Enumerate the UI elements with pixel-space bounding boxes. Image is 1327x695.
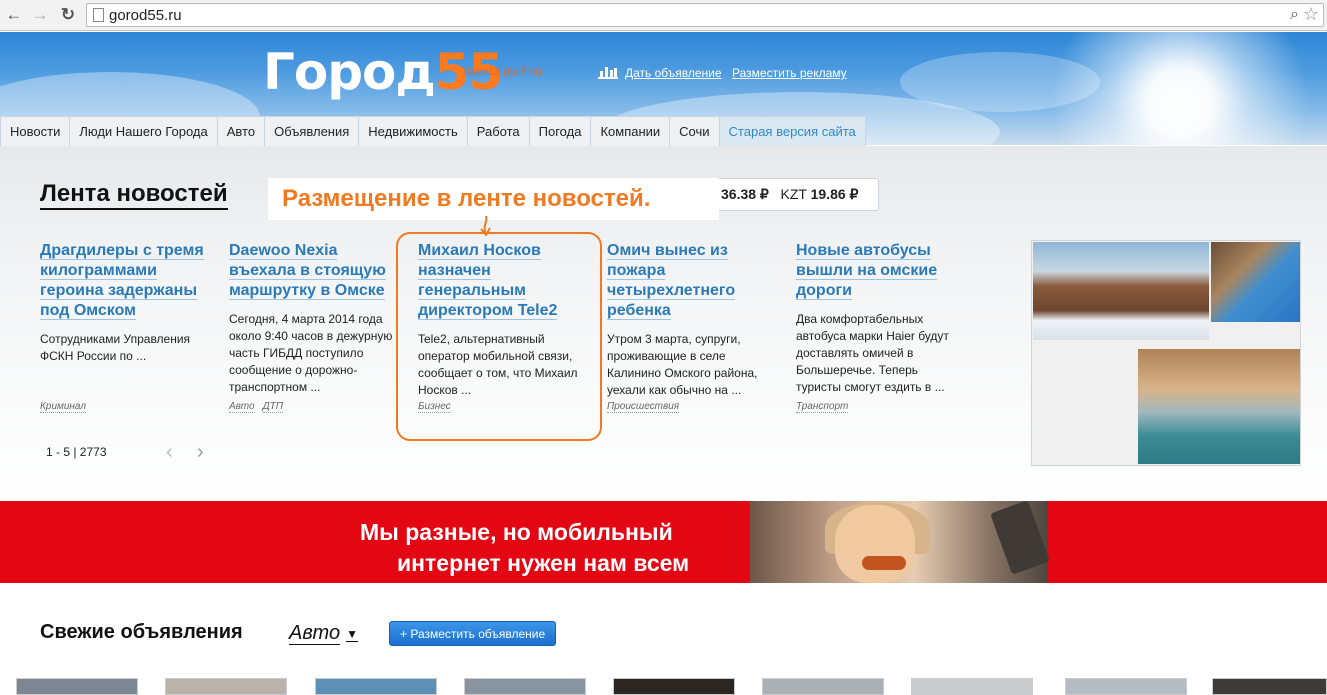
- ad-thumbnail[interactable]: [911, 678, 1033, 695]
- ad-thumbnail[interactable]: [315, 678, 437, 695]
- back-icon[interactable]: ←: [4, 5, 24, 25]
- ad-thumbnail[interactable]: [1212, 678, 1327, 695]
- news-pager: 1 - 5 | 2773: [46, 445, 107, 459]
- url-text[interactable]: gorod55.ru: [109, 7, 182, 24]
- banner-text: Мы разные, но мобильный интернет нужен н…: [360, 517, 689, 579]
- news-feed-title[interactable]: Лента новостей: [40, 180, 228, 210]
- tab-companies[interactable]: Компании: [590, 116, 671, 146]
- photo-winter-house: [1033, 242, 1209, 340]
- advertise-link[interactable]: Разместить рекламу: [732, 66, 847, 80]
- banner-sausage: [862, 556, 906, 570]
- sun-decoration: [1050, 32, 1310, 145]
- tab-weather[interactable]: Погода: [528, 116, 592, 146]
- photo-collage[interactable]: [1031, 240, 1301, 466]
- news-tags: Авто ДТП: [229, 401, 291, 413]
- tag-link[interactable]: Происшествия: [607, 401, 680, 413]
- user-logout[interactable]: Лариса (выйти): [463, 66, 542, 78]
- browser-toolbar: ← → ↻ gorod55.ru ⌕ ☆: [0, 0, 1327, 31]
- news-item: Daewoo Nexia въехала в стоящую маршрутку…: [229, 241, 407, 396]
- reload-icon[interactable]: ↻: [58, 5, 78, 25]
- news-headline-link[interactable]: Новые автобусы вышли на омские дороги: [796, 241, 964, 301]
- zoom-icon[interactable]: ⌕: [1290, 6, 1299, 24]
- kzt-value: 19.86 ₽: [810, 186, 859, 202]
- tab-sochi[interactable]: Сочи: [669, 116, 720, 146]
- tab-ads[interactable]: Объявления: [264, 116, 360, 146]
- main-nav: Новости Люди Нашего Города Авто Объявлен…: [0, 116, 866, 146]
- banner-face: [835, 505, 915, 583]
- tag-link[interactable]: Транспорт: [796, 401, 849, 413]
- tab-news[interactable]: Новости: [0, 116, 71, 146]
- bookmark-star-icon[interactable]: ☆: [1303, 4, 1319, 25]
- ad-thumbnail[interactable]: [613, 678, 735, 695]
- news-headline-link[interactable]: Омич вынес из пожара четырехлетнего ребе…: [607, 241, 775, 321]
- news-tags: Транспорт: [796, 401, 856, 413]
- news-snippet: Два комфортабельных автобуса марки Haier…: [796, 312, 949, 394]
- news-headline-link[interactable]: Daewoo Nexia въехала в стоящую маршрутку…: [229, 241, 407, 301]
- category-select[interactable]: Авто ▼: [289, 622, 359, 645]
- news-tags: Криминал: [40, 401, 94, 413]
- news-item: Новые автобусы вышли на омские дороги Дв…: [796, 241, 964, 396]
- address-bar[interactable]: gorod55.ru ⌕ ☆: [86, 3, 1324, 27]
- ad-thumbnail[interactable]: [16, 678, 138, 695]
- tag-link[interactable]: Авто: [229, 401, 255, 413]
- banner-line-1: Мы разные, но мобильный: [360, 519, 673, 545]
- ad-banner[interactable]: Мы разные, но мобильный интернет нужен н…: [0, 501, 1327, 583]
- tag-link[interactable]: Криминал: [40, 401, 87, 413]
- tab-auto[interactable]: Авто: [216, 116, 266, 146]
- tab-realty[interactable]: Недвижимость: [358, 116, 468, 146]
- fresh-ads-title: Свежие объявления: [40, 621, 243, 643]
- add-ad-button[interactable]: + Разместить объявление: [389, 621, 557, 646]
- news-headline-link[interactable]: Драгдилеры с тремя килограммами героина …: [40, 241, 218, 321]
- prev-arrow-icon[interactable]: ‹: [166, 441, 173, 464]
- chevron-down-icon: ▼: [346, 626, 359, 642]
- news-item: Драгдилеры с тремя килограммами героина …: [40, 241, 218, 365]
- photo-pool: [1211, 242, 1300, 322]
- news-item: Омич вынес из пожара четырехлетнего ребе…: [607, 241, 775, 399]
- tab-jobs[interactable]: Работа: [466, 116, 530, 146]
- photo-tennis-court: [1138, 349, 1300, 464]
- news-snippet: Сотрудниками Управления ФСКН России по .…: [40, 332, 191, 363]
- tab-people[interactable]: Люди Нашего Города: [69, 116, 218, 146]
- tag-link[interactable]: ДТП: [262, 401, 283, 413]
- tab-old-version[interactable]: Старая версия сайта: [718, 116, 866, 146]
- ad-thumbnail[interactable]: [1065, 678, 1187, 695]
- page-icon: [93, 8, 104, 22]
- rate-value: 36.38 ₽: [721, 186, 769, 202]
- highlight-frame: [396, 232, 602, 441]
- news-tags: Происшествия: [607, 401, 687, 413]
- ad-thumbnail[interactable]: [464, 678, 586, 695]
- forward-icon[interactable]: →: [30, 5, 50, 25]
- news-snippet: Сегодня, 4 марта 2014 года около 9:40 ча…: [229, 312, 393, 394]
- news-snippet: Утром 3 марта, супруги, проживающие в се…: [607, 332, 758, 397]
- ad-thumbnail[interactable]: [762, 678, 884, 695]
- post-ad-link[interactable]: Дать объявление: [625, 66, 722, 80]
- next-arrow-icon[interactable]: ›: [197, 441, 204, 464]
- banner-line-2: интернет нужен нам всем: [397, 550, 690, 576]
- ad-thumbnail[interactable]: [165, 678, 287, 695]
- annotation-label: Размещение в ленте новостей.: [268, 178, 719, 220]
- bar-chart-icon: [598, 67, 618, 79]
- kzt-label: KZT: [780, 186, 807, 202]
